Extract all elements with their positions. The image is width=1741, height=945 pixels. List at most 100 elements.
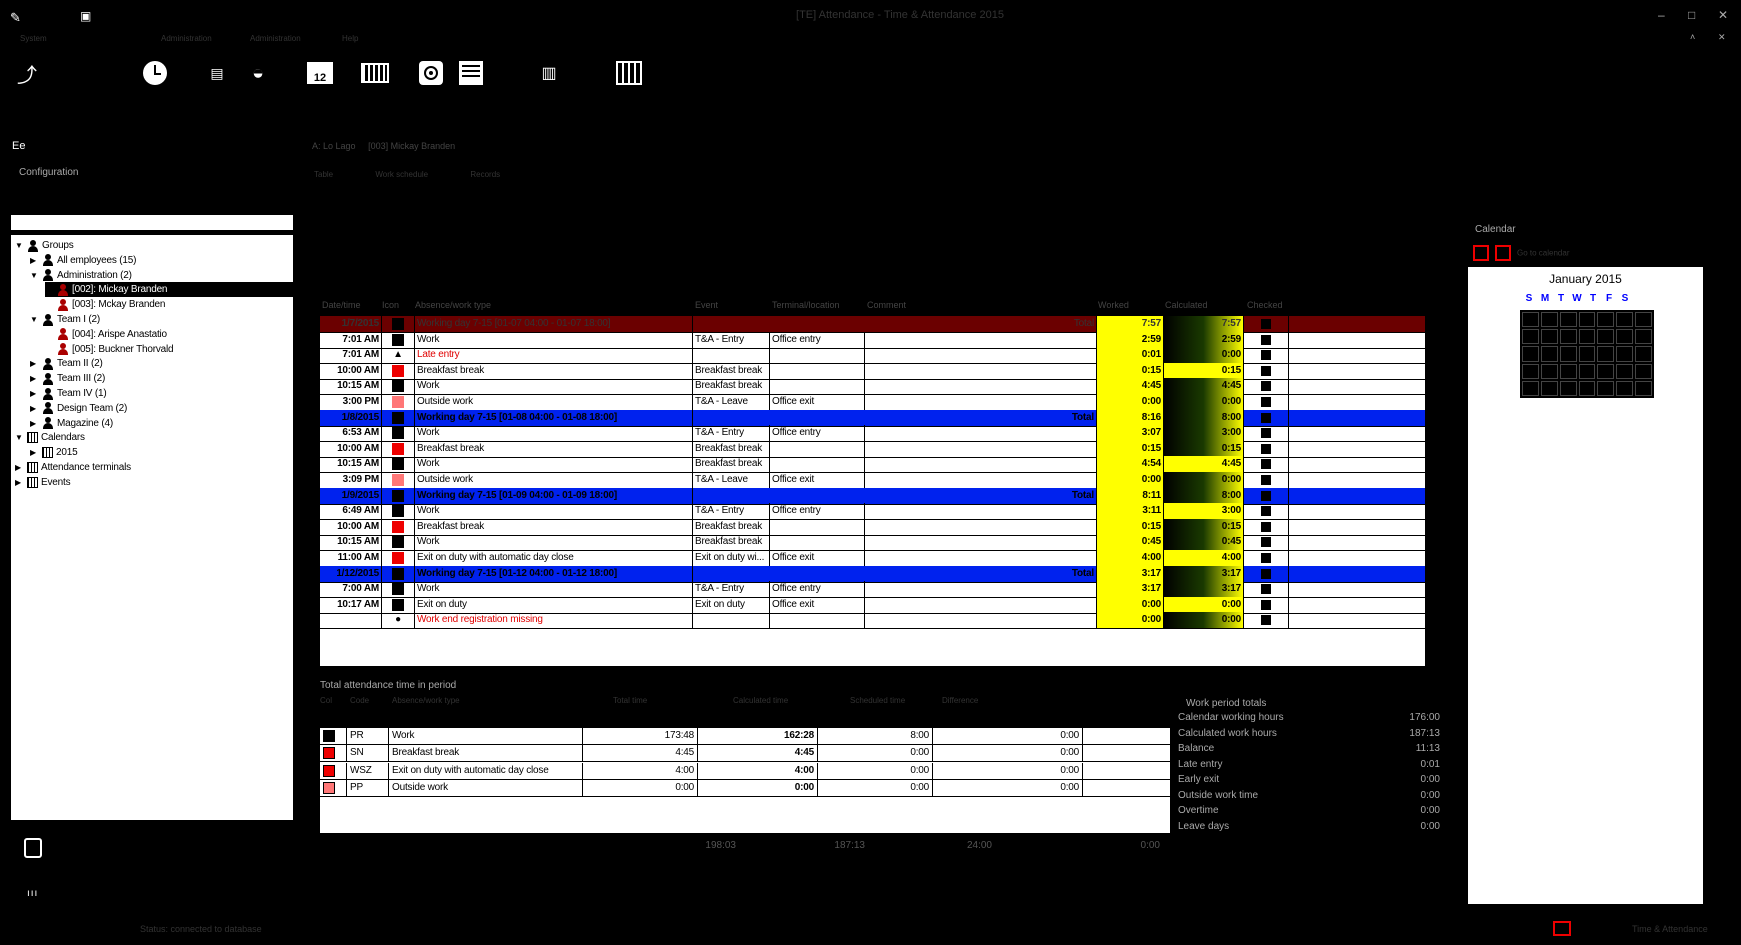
- calendar-day[interactable]: [1616, 346, 1634, 362]
- calendar-day[interactable]: [1522, 329, 1539, 345]
- tree-item[interactable]: ▶ All employees (15): [30, 253, 293, 268]
- checkbox[interactable]: [1261, 397, 1271, 407]
- calendar-day[interactable]: [1597, 312, 1615, 328]
- column-header[interactable]: Absence/work type: [415, 300, 491, 310]
- calendar-day[interactable]: [1559, 363, 1577, 379]
- checkbox[interactable]: [1261, 584, 1271, 595]
- save-icon[interactable]: ▣: [80, 9, 91, 23]
- tree-item[interactable]: ▶ Events: [15, 475, 293, 490]
- totals-row[interactable]: PR Work 173:48 162:28 8:00 0:00: [320, 728, 1170, 745]
- record-row[interactable]: 11:00 AM Exit on duty with automatic day …: [320, 550, 1425, 567]
- record-row[interactable]: 10:00 AM Breakfast break Breakfast break 0:…: [320, 362, 1425, 380]
- calendar-day[interactable]: [1540, 380, 1558, 396]
- calendar-day[interactable]: [1578, 346, 1596, 362]
- calendar-day[interactable]: [1597, 329, 1615, 345]
- alert-icon[interactable]: [1553, 921, 1571, 936]
- calendar-day[interactable]: [1635, 329, 1652, 345]
- checkbox[interactable]: [1261, 568, 1271, 579]
- link-records[interactable]: Records: [470, 170, 500, 179]
- calendar-icon[interactable]: 12: [305, 58, 335, 88]
- checkbox[interactable]: [1261, 599, 1271, 610]
- chevron-icon[interactable]: ▶: [30, 356, 40, 371]
- column-header[interactable]: Calculated: [1165, 300, 1208, 310]
- menu-help[interactable]: Help: [342, 34, 358, 43]
- totals-column-header[interactable]: Scheduled time: [850, 696, 905, 705]
- calendar-day[interactable]: [1635, 312, 1652, 328]
- column-header[interactable]: Checked: [1247, 300, 1283, 310]
- report-list-icon[interactable]: [456, 58, 486, 88]
- day-summary-row[interactable]: 1/9/2015 Working day 7-15 [01-09 04:00 - …: [320, 487, 1425, 505]
- refresh-icon[interactable]: [24, 838, 42, 858]
- checkbox[interactable]: [1261, 428, 1271, 439]
- mixer-icon[interactable]: [614, 58, 644, 88]
- calendar-prev-icon[interactable]: [1473, 245, 1489, 261]
- calendar-day[interactable]: [1616, 329, 1634, 345]
- chevron-icon[interactable]: ▶: [30, 401, 40, 416]
- record-row[interactable]: 10:00 AM Breakfast break Breakfast break 0:…: [320, 440, 1425, 458]
- calendar-day[interactable]: [1540, 346, 1558, 362]
- tree-item[interactable]: [005]: Buckner Thorvald: [45, 342, 293, 357]
- calendar-link[interactable]: Go to calendar: [1517, 249, 1569, 258]
- checkbox[interactable]: [1261, 350, 1271, 361]
- chevron-icon[interactable]: ▶: [30, 386, 40, 401]
- calendar-day[interactable]: [1597, 346, 1615, 362]
- checkbox[interactable]: [1261, 506, 1271, 517]
- column-header[interactable]: Worked: [1098, 300, 1129, 310]
- checkbox[interactable]: [1261, 319, 1271, 329]
- dashboard-icon[interactable]: ◒: [243, 58, 273, 88]
- calendar-day[interactable]: [1578, 380, 1596, 396]
- record-row[interactable]: ● Work end registration missing 0:00 0:00: [320, 612, 1425, 630]
- chevron-icon[interactable]: ▶: [30, 445, 40, 460]
- checkbox[interactable]: [1261, 615, 1271, 626]
- close-button[interactable]: ✕: [1718, 8, 1728, 22]
- section-icon[interactable]: Ee: [12, 140, 25, 152]
- tree-item[interactable]: ▶ Magazine (4): [30, 416, 293, 431]
- calendar-day[interactable]: [1559, 329, 1577, 345]
- calendar-day[interactable]: [1597, 380, 1615, 396]
- record-row[interactable]: 7:00 AM Work T&A - Entry Office entry 3:17 3:…: [320, 581, 1425, 599]
- totals-column-header[interactable]: Difference: [942, 696, 978, 705]
- calendar-day[interactable]: [1597, 363, 1615, 379]
- calendar-day[interactable]: [1578, 329, 1596, 345]
- tree-item[interactable]: ▶ Team III (2): [30, 371, 293, 386]
- record-row[interactable]: 10:00 AM Breakfast break Breakfast break 0:…: [320, 518, 1425, 536]
- ribbon-collapse-icon[interactable]: ˄: [1690, 32, 1695, 42]
- chevron-icon[interactable]: ▼: [30, 268, 40, 283]
- chevron-icon[interactable]: ▶: [30, 371, 40, 386]
- column-header[interactable]: Terminal/location: [772, 300, 840, 310]
- tree-item[interactable]: ▶ Attendance terminals: [15, 460, 293, 475]
- record-row[interactable]: 3:00 PM Outside work T&A - Leave Office exi…: [320, 394, 1425, 411]
- calendar-day[interactable]: [1616, 312, 1634, 328]
- menu-administration[interactable]: Administration: [161, 34, 212, 43]
- record-row[interactable]: 7:01 AM ▲ Late entry 0:01 0:00: [320, 347, 1425, 365]
- calendar-days[interactable]: [1520, 310, 1654, 398]
- checkbox[interactable]: [1261, 459, 1271, 470]
- totals-row[interactable]: PP Outside work 0:00 0:00 0:00 0:00: [320, 780, 1170, 798]
- totals-column-header[interactable]: Absence/work type: [392, 696, 460, 705]
- column-header[interactable]: Event: [695, 300, 718, 310]
- pen-icon[interactable]: ⤴: [12, 58, 42, 88]
- chevron-icon[interactable]: ▶: [15, 475, 25, 490]
- checkbox[interactable]: [1261, 412, 1271, 423]
- checkbox[interactable]: [1261, 381, 1271, 392]
- calendar-next-icon[interactable]: [1495, 245, 1511, 261]
- totals-column-header[interactable]: Code: [350, 696, 369, 705]
- app-icon[interactable]: ✎: [10, 10, 21, 26]
- more-icon[interactable]: ııı: [27, 888, 38, 899]
- menu-administration-2[interactable]: Administration: [250, 34, 301, 43]
- tree-item[interactable]: ▶ Team IV (1): [30, 386, 293, 401]
- checkbox[interactable]: [1261, 334, 1271, 345]
- link-work-schedule[interactable]: Work schedule: [375, 170, 428, 179]
- calendar-day[interactable]: [1616, 363, 1634, 379]
- chevron-icon[interactable]: ▼: [15, 430, 25, 445]
- totals-column-header[interactable]: Calculated time: [733, 696, 788, 705]
- record-row[interactable]: 3:09 PM Outside work T&A - Leave Office exi…: [320, 472, 1425, 489]
- tree-item[interactable]: ▼ Calendars: [15, 430, 293, 445]
- tree-item[interactable]: [003]: Mckay Branden: [45, 297, 293, 312]
- calendar-day[interactable]: [1559, 312, 1577, 328]
- calendar-day[interactable]: [1522, 363, 1539, 379]
- calendar-day[interactable]: [1522, 380, 1539, 396]
- tree-item[interactable]: ▼ Team I (2): [30, 312, 293, 327]
- column-header[interactable]: Comment: [867, 300, 906, 310]
- chevron-icon[interactable]: ▼: [30, 312, 40, 327]
